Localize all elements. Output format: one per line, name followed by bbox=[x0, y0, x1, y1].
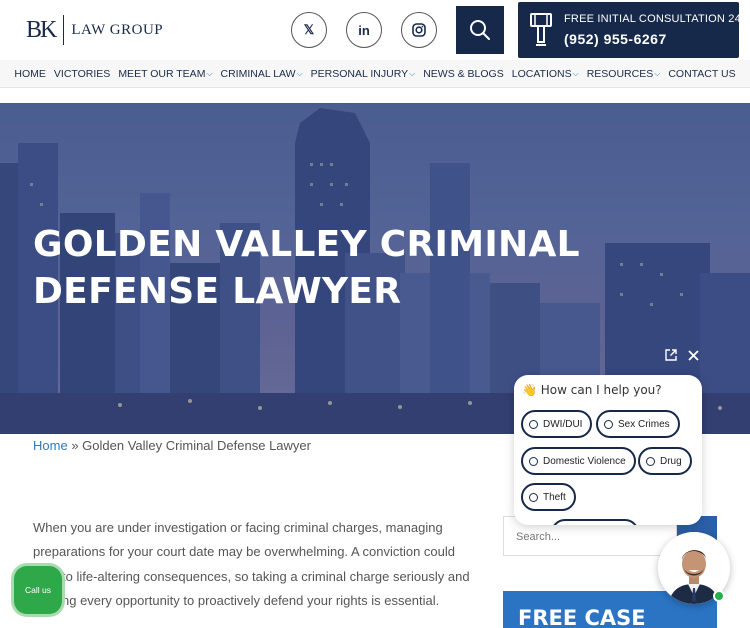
chat-option-theft[interactable]: Theft bbox=[521, 483, 576, 511]
nav-item-criminal-law[interactable]: CRIMINAL LAW ⌵ bbox=[221, 68, 303, 80]
chat-option-dwi-dui[interactable]: DWI/DUI bbox=[521, 410, 593, 438]
x-glyph: 𝕏 bbox=[303, 22, 315, 37]
radio-icon bbox=[604, 419, 613, 429]
nav-item-news-blogs[interactable]: NEWS & BLOGS bbox=[423, 68, 504, 80]
header-search-button[interactable] bbox=[456, 6, 504, 54]
linkedin-glyph: in bbox=[358, 22, 370, 38]
chat-panel: 👋 How can I help you? DWI/DUI Sex Crimes… bbox=[514, 375, 702, 525]
nav-item-personal-injury[interactable]: PERSONAL INJURY ⌵ bbox=[311, 68, 416, 80]
main-nav: HOME VICTORIES MEET OUR TEAM ⌵ CRIMINAL L… bbox=[0, 60, 750, 88]
chat-option-drug[interactable]: Drug bbox=[638, 447, 692, 475]
nav-label: PERSONAL INJURY bbox=[310, 68, 409, 80]
consultation-label: FREE INITIAL CONSULTATION 24/7 bbox=[564, 13, 750, 25]
consultation-cta[interactable]: FREE INITIAL CONSULTATION 24/7 (952) 955… bbox=[518, 2, 750, 58]
chat-question: 👋 How can I help you? bbox=[522, 383, 662, 397]
nav-label: LOCATIONS bbox=[511, 68, 572, 80]
chat-close-icon[interactable] bbox=[683, 345, 703, 365]
logo[interactable]: BK LAW GROUP bbox=[26, 14, 163, 46]
instagram-icon[interactable] bbox=[401, 12, 437, 48]
logo-text: LAW GROUP bbox=[71, 21, 164, 38]
radio-icon bbox=[529, 492, 538, 502]
nav-label: CONTACT US bbox=[668, 68, 736, 80]
breadcrumb-current: Golden Valley Criminal Defense Lawyer bbox=[82, 438, 311, 453]
breadcrumb: Home » Golden Valley Criminal Defense La… bbox=[33, 438, 311, 453]
chat-option-label: Sex Crimes bbox=[618, 418, 670, 430]
chat-option-label: Theft bbox=[543, 491, 566, 503]
intro-line: When you are under investigation or faci… bbox=[33, 520, 443, 535]
logo-mark: BK bbox=[26, 16, 57, 43]
nav-item-meet-our-team[interactable]: MEET OUR TEAM ⌵ bbox=[118, 68, 212, 80]
intro-line: ng every opportunity to proactively defe… bbox=[62, 592, 440, 608]
linkedin-icon[interactable]: in bbox=[346, 12, 382, 48]
external-link-icon bbox=[665, 349, 677, 361]
nav-label: MEET OUR TEAM bbox=[118, 68, 206, 80]
chat-option-sex-crimes[interactable]: Sex Crimes bbox=[596, 410, 680, 438]
chevron-down-icon: ⌵ bbox=[654, 69, 661, 78]
intro-line: to life-altering consequences, so taking… bbox=[62, 568, 470, 584]
breadcrumb-home-link[interactable]: Home bbox=[33, 438, 68, 453]
nav-item-home[interactable]: HOME bbox=[14, 68, 46, 80]
page-title-line-1: GOLDEN VALLEY CRIMINAL bbox=[33, 224, 580, 265]
nav-item-contact-us[interactable]: CONTACT US bbox=[668, 68, 735, 80]
breadcrumb-separator: » bbox=[71, 438, 79, 453]
nav-label: CRIMINAL LAW bbox=[220, 68, 296, 80]
page-title: GOLDEN VALLEY CRIMINAL DEFENSE LAWYER bbox=[33, 221, 593, 315]
gavel-icon bbox=[530, 13, 552, 46]
logo-divider bbox=[63, 15, 65, 45]
x-twitter-icon[interactable]: 𝕏 bbox=[291, 12, 327, 48]
nav-label: RESOURCES bbox=[586, 68, 654, 80]
search-icon bbox=[470, 20, 490, 40]
intro-line: preparations for your court date may be … bbox=[33, 544, 456, 560]
close-icon bbox=[687, 349, 699, 361]
nav-label: HOME bbox=[14, 68, 46, 80]
chat-option-label: Domestic Violence bbox=[543, 455, 626, 467]
chevron-down-icon: ⌵ bbox=[206, 69, 213, 78]
site-header: BK LAW GROUP 𝕏 in FREE INITIAL CONSULTAT… bbox=[0, 0, 750, 60]
instagram-glyph bbox=[412, 23, 426, 37]
chevron-down-icon: ⌵ bbox=[296, 69, 303, 78]
chat-option-domestic-violence[interactable]: Domestic Violence bbox=[521, 447, 636, 475]
call-us-button[interactable]: Call us bbox=[14, 566, 62, 614]
chat-option-label: DWI/DUI bbox=[543, 418, 583, 430]
nav-label: NEWS & BLOGS bbox=[423, 68, 504, 80]
page-title-line-2: DEFENSE LAWYER bbox=[33, 271, 402, 312]
intro-paragraph: When you are under investigation or faci… bbox=[33, 516, 478, 613]
radio-icon bbox=[529, 419, 538, 429]
nav-label: VICTORIES bbox=[53, 68, 111, 80]
phone-number[interactable]: (952) 955-6267 bbox=[564, 31, 667, 47]
chevron-down-icon: ⌵ bbox=[572, 69, 579, 78]
online-status-indicator bbox=[713, 590, 725, 602]
chat-expand-icon[interactable] bbox=[661, 345, 681, 365]
chevron-down-icon: ⌵ bbox=[409, 69, 416, 78]
chat-option-label: Drug bbox=[660, 455, 682, 467]
chat-option-more[interactable] bbox=[551, 519, 639, 525]
radio-icon bbox=[529, 456, 538, 466]
nav-item-locations[interactable]: LOCATIONS ⌵ bbox=[512, 68, 579, 80]
nav-item-resources[interactable]: RESOURCES ⌵ bbox=[587, 68, 661, 80]
radio-icon bbox=[646, 456, 655, 466]
nav-item-victories[interactable]: VICTORIES bbox=[54, 68, 110, 80]
